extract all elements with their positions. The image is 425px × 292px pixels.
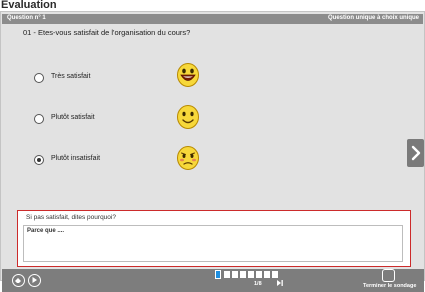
- question-type: Question unique à choix unique: [327, 15, 419, 21]
- chevron-right-icon: [411, 145, 421, 161]
- page-dot-current[interactable]: [215, 270, 221, 279]
- option-label: Plutôt insatisfait: [51, 155, 101, 162]
- question-number: Question n° 1: [7, 15, 46, 21]
- next-question-button[interactable]: [407, 139, 424, 167]
- feedback-question: Si pas satisfait, dites pourquoi?: [26, 214, 116, 221]
- skip-next-icon[interactable]: [276, 279, 284, 287]
- option-label: Très satisfait: [51, 73, 91, 80]
- unhappy-smiley-icon: [177, 146, 199, 170]
- page-dot[interactable]: [248, 271, 254, 278]
- page-dot[interactable]: [264, 271, 270, 278]
- page-dot[interactable]: [224, 271, 230, 278]
- eraser-icon: [15, 278, 21, 283]
- feedback-box: Si pas satisfait, dites pourquoi? Parce …: [17, 210, 411, 267]
- survey-panel: Question n° 1 Question unique à choix un…: [0, 11, 425, 292]
- finish-survey-label: Terminer le sondage: [363, 283, 417, 289]
- page-dot[interactable]: [256, 271, 262, 278]
- page-dot[interactable]: [232, 271, 238, 278]
- window-title: Evaluation: [1, 0, 57, 11]
- smiling-smiley-icon: [177, 105, 199, 129]
- finish-survey-button[interactable]: [382, 269, 395, 282]
- feedback-textarea[interactable]: Parce que ....: [23, 225, 403, 262]
- page-counter: 1/8: [254, 281, 262, 287]
- option-radio[interactable]: [34, 114, 44, 124]
- option-radio-selected[interactable]: [34, 155, 44, 165]
- page-dot[interactable]: [240, 271, 246, 278]
- happy-smiley-icon: [177, 63, 199, 87]
- option-label: Plutôt satisfait: [51, 114, 95, 121]
- page-dot[interactable]: [272, 271, 278, 278]
- option-radio[interactable]: [34, 73, 44, 83]
- play-icon: [32, 277, 37, 283]
- question-header-bar: Question n° 1 Question unique à choix un…: [2, 14, 423, 24]
- question-text: 01 - Etes-vous satisfait de l'organisati…: [23, 28, 191, 37]
